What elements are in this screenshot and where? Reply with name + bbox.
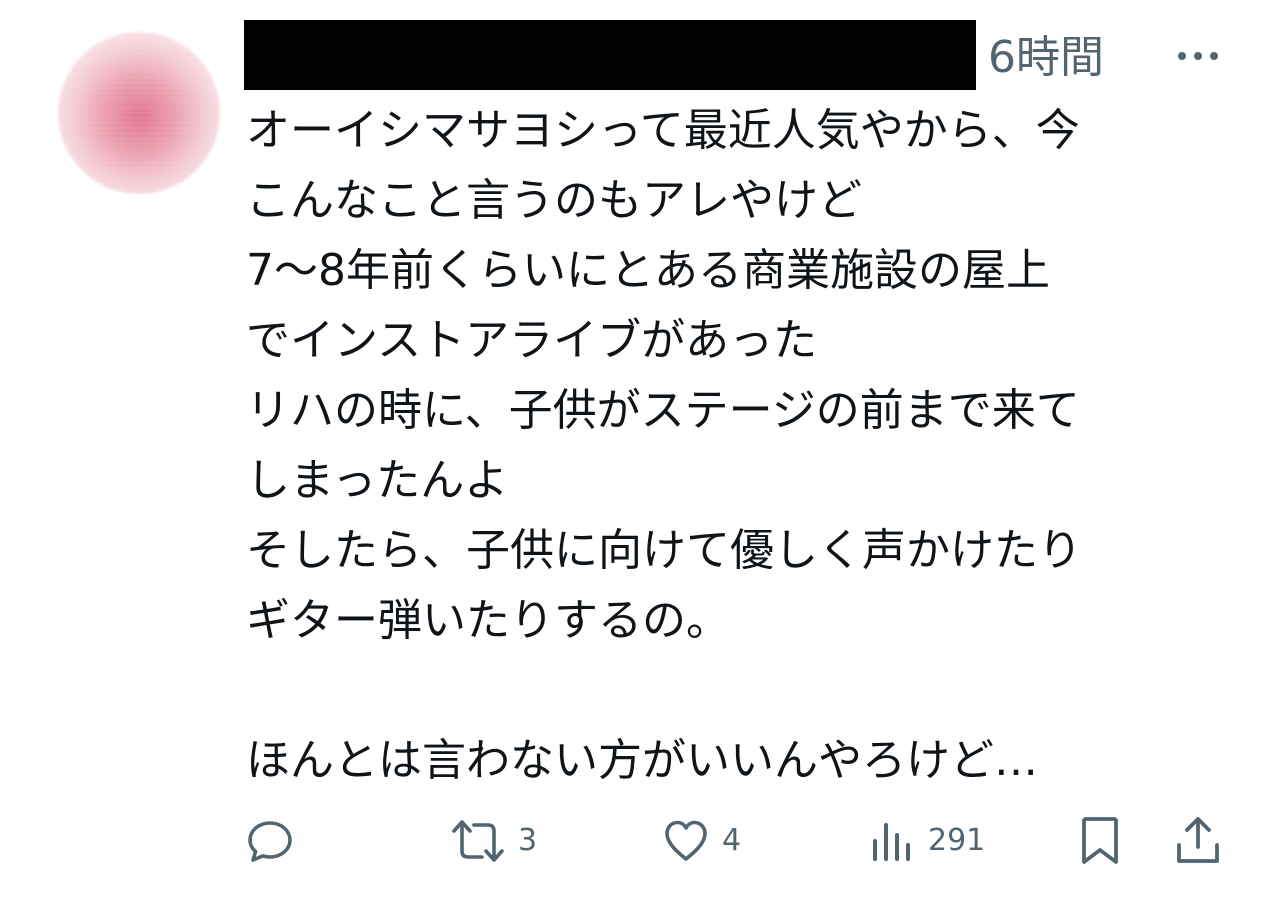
tweet-text-line: オーイシマサヨシって最近人気やから、今 bbox=[246, 105, 1080, 156]
reply-button[interactable] bbox=[246, 810, 294, 872]
timestamp[interactable]: 6時間 bbox=[988, 28, 1104, 88]
bookmark-icon bbox=[1082, 817, 1118, 864]
tweet-text-line: ギター弾いたりするの。 bbox=[246, 595, 730, 646]
retweet-icon bbox=[452, 820, 504, 862]
tweet-text-line: こんなこと言うのもアレやけど bbox=[246, 175, 862, 226]
views-icon bbox=[873, 823, 910, 861]
retweet-button[interactable]: 3 bbox=[450, 810, 537, 872]
more-icon bbox=[1178, 52, 1218, 60]
tweet-text-line: そしたら、子供に向けて優しく声かけたり bbox=[246, 525, 1082, 576]
share-icon bbox=[1177, 817, 1219, 863]
reply-icon bbox=[248, 821, 292, 862]
avatar[interactable] bbox=[58, 32, 220, 194]
tweet: 6時間 オーイシマサヨシって最近人気やから、今 こんなこと言うのもアレやけど 7… bbox=[0, 0, 1284, 921]
views-button[interactable]: 291 bbox=[868, 810, 985, 872]
action-bar: 3 4 291 bbox=[0, 810, 1284, 872]
retweet-count: 3 bbox=[518, 823, 538, 858]
views-count: 291 bbox=[928, 823, 986, 858]
username-redaction bbox=[244, 20, 976, 90]
like-count: 4 bbox=[722, 823, 742, 858]
tweet-text-line bbox=[246, 656, 1256, 726]
tweet-text-line: リハの時に、子供がステージの前まで来て bbox=[246, 385, 1080, 436]
bookmark-button[interactable] bbox=[1078, 810, 1122, 872]
tweet-text-line: 7〜8年前くらいにとある商業施設の屋上 bbox=[246, 245, 1050, 296]
like-button[interactable]: 4 bbox=[662, 810, 741, 872]
tweet-text-line: ほんとは言わない方がいいんやろけど… bbox=[246, 735, 1038, 786]
tweet-text: オーイシマサヨシって最近人気やから、今 こんなこと言うのもアレやけど 7〜8年前… bbox=[246, 96, 1256, 796]
tweet-text-line: でインストアライブがあった bbox=[246, 315, 818, 366]
tweet-text-line: しまったんよ bbox=[246, 455, 509, 506]
more-options-button[interactable] bbox=[1176, 48, 1220, 64]
share-button[interactable] bbox=[1174, 810, 1222, 872]
heart-icon bbox=[665, 820, 707, 861]
